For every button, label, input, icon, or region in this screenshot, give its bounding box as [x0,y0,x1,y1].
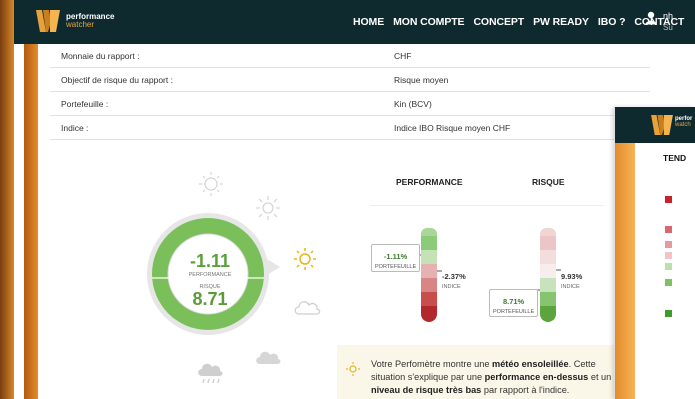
performance-portfolio-label: PORTEFEUILLE [375,264,417,270]
performance-portfolio-callout: -1.11% PORTEFEUILLE [371,244,421,272]
second-window-orange-edge [615,143,635,399]
legend-swatch [665,263,672,270]
logo-icon [36,10,60,32]
main-nav: HOME MON COMPTE CONCEPT PW READY IBO ? C… [353,16,684,28]
second-window-logo-icon [651,115,673,135]
overlapping-report-window: perfor watch TEND [614,107,695,399]
nav-concept[interactable]: CONCEPT [473,16,524,28]
gauge-performance-value: -1.11 [189,251,231,271]
info-value: Kin (BCV) [394,99,432,109]
gauge-risk: RISQUE 8.71 [168,284,252,308]
performance-portfolio-value: -1.11% [383,252,408,261]
info-row-indice: Indice : Indice IBO Risque moyen CHF [50,116,650,140]
info-row-objectif: Objectif de risque du rapport : Risque m… [50,68,650,92]
info-value: CHF [394,51,412,61]
info-label: Portefeuille : [61,99,109,109]
weather-message-text: Votre Perfomètre montre une météo ensole… [371,359,612,395]
user-menu[interactable]: nh Su [645,11,673,33]
second-window-title: TEND [663,153,687,163]
gauge-risk-value: 8.71 [192,289,228,309]
sun-icon [294,248,316,270]
brand-name: performance watcher [66,12,115,29]
performance-index-caption: INDICE [442,284,461,290]
risk-portfolio-label: PORTEFEUILLE [493,309,535,315]
user-subtitle: Su [663,23,673,32]
info-label: Monnaie du rapport : [61,51,140,61]
info-label: Indice : [61,123,89,133]
legend-swatch [665,279,672,286]
risk-portfolio-value: 8.71% [502,297,525,306]
snow-cloud-icon [199,172,223,196]
info-row-monnaie: Monnaie du rapport : CHF [50,44,650,68]
nav-ibo[interactable]: IBO ? [598,16,626,28]
message-sun-icon [346,362,360,376]
brand-logo[interactable]: performance watcher [36,10,114,32]
risk-index-caption: INDICE [561,284,580,290]
performance-column-title: PERFORMANCE [396,177,463,187]
nav-home[interactable]: HOME [353,16,384,28]
second-window-brand: perfor watch [675,116,693,128]
performance-index-label: -2.37% INDICE [442,266,466,290]
header-divider [370,205,605,206]
risk-thermometer [535,228,561,322]
info-label: Objectif de risque du rapport : [61,75,173,85]
dark-cloud-icon [256,351,281,364]
cloud-icon [294,301,321,315]
user-icon [645,11,657,25]
legend-swatch [665,226,672,233]
risk-portfolio-callout: 8.71% PORTEFEUILLE [489,289,539,317]
info-value: Indice IBO Risque moyen CHF [394,123,511,133]
performance-thermometer [416,228,442,322]
rain-cloud-icon [198,363,223,384]
risk-column-title: RISQUE [532,177,565,187]
legend-swatch [665,310,672,317]
nav-pw-ready[interactable]: PW READY [533,16,589,28]
performance-index-value: -2.37% [442,272,466,281]
gauge-performance: -1.11 PERFORMANCE [168,252,252,278]
legend-swatch [665,196,672,203]
info-row-portefeuille: Portefeuille : Kin (BCV) [50,92,650,116]
gauge-performance-label: PERFORMANCE [188,272,232,278]
orange-side-band [24,44,38,399]
weather-message-box: Votre Perfomètre montre une météo ensole… [337,345,615,399]
legend-swatch [665,241,672,248]
risk-index-label: 9.93% INDICE [561,266,582,290]
info-value: Risque moyen [394,75,449,85]
risk-index-value: 9.93% [561,272,583,281]
legend-swatch [665,252,672,259]
nav-mon-compte[interactable]: MON COMPTE [393,16,464,28]
user-name: nh [663,11,674,21]
